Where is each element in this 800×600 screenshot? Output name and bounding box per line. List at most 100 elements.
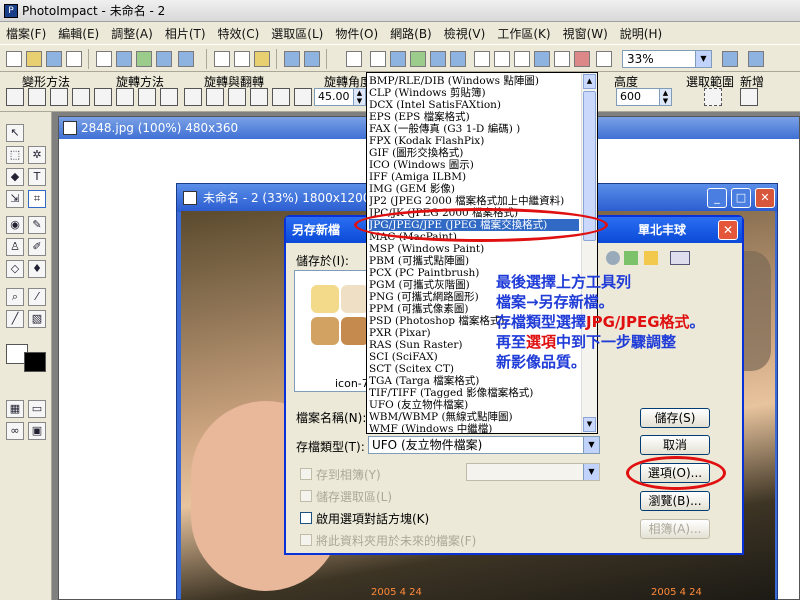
wave-icon[interactable] xyxy=(494,51,510,67)
transform-perspective-icon[interactable] xyxy=(72,88,90,106)
grid-icon[interactable] xyxy=(474,51,490,67)
filetype-option[interactable]: FAX (一般傳真 (G3 1-D 編碼) ) xyxy=(369,123,579,135)
filetype-option[interactable]: MSP (Windows Paint) xyxy=(369,243,579,255)
rotate-angle-field[interactable]: 45.00 ▲ ▼ xyxy=(314,88,366,106)
enhance-icon[interactable] xyxy=(410,51,426,67)
transform-resize-icon[interactable] xyxy=(6,88,24,106)
maximize-icon[interactable]: □ xyxy=(731,188,751,208)
close-icon[interactable]: ✕ xyxy=(718,220,738,240)
filetype-option[interactable]: UFO (友立物件檔案) xyxy=(369,399,579,411)
text-tool-icon[interactable]: T xyxy=(28,168,46,186)
fill-icon[interactable]: ♦ xyxy=(28,260,46,278)
eraser-icon[interactable]: ◇ xyxy=(6,260,24,278)
selection-range-icon[interactable] xyxy=(704,88,722,106)
filetype-option[interactable]: WBM/WBMP (無線式點陣圖) xyxy=(369,411,579,423)
filetype-option[interactable]: BMP/RLE/DIB (Windows 點陣圖) xyxy=(369,75,579,87)
paint-on-edit-icon[interactable] xyxy=(534,51,550,67)
filetype-option[interactable]: TIF/TIFF (Tagged 影像檔案格式) xyxy=(369,387,579,399)
menu-view[interactable]: 檢視(V) xyxy=(438,25,492,42)
chevron-down-icon[interactable]: ▼ xyxy=(583,437,599,453)
transform-skew-icon[interactable] xyxy=(28,88,46,106)
camera-icon[interactable] xyxy=(370,51,386,67)
merge-icon[interactable] xyxy=(574,51,590,67)
save-selection-checkbox[interactable] xyxy=(300,490,312,502)
print-icon[interactable] xyxy=(96,51,112,67)
web-icon[interactable] xyxy=(156,51,172,67)
close-icon[interactable]: ✕ xyxy=(755,188,775,208)
zoom-in-icon[interactable] xyxy=(596,51,612,67)
foreground-color-swatch[interactable] xyxy=(24,352,46,372)
bucket-fill-icon[interactable]: ◆ xyxy=(6,168,24,186)
menu-web[interactable]: 網路(B) xyxy=(384,25,438,42)
transform-distort-icon[interactable] xyxy=(50,88,68,106)
paste-icon[interactable] xyxy=(254,51,270,67)
up-folder-icon[interactable] xyxy=(624,251,638,265)
height-field[interactable]: 600 ▲ ▼ xyxy=(616,88,672,106)
filetype-option[interactable]: PBM (可攜式點陣圖) xyxy=(369,255,579,267)
standard-selection-icon[interactable]: ⬚ xyxy=(6,146,24,164)
zoom-icon[interactable]: ⌕ xyxy=(6,288,24,306)
brush-icon[interactable]: ✎ xyxy=(28,216,46,234)
open-folder-icon[interactable] xyxy=(26,51,42,67)
layer-icon[interactable]: ▣ xyxy=(28,422,46,440)
close-file-icon[interactable] xyxy=(66,51,82,67)
rotate-crop-icon[interactable] xyxy=(160,88,178,106)
redo-icon[interactable] xyxy=(304,51,320,67)
path-icon[interactable]: ▧ xyxy=(28,310,46,328)
crop-tool-icon[interactable]: ⌗ xyxy=(28,190,46,208)
menu-workspace[interactable]: 工作區(K) xyxy=(491,25,556,42)
chevron-down-icon[interactable]: ▼ xyxy=(695,51,711,67)
line-icon[interactable]: ╱ xyxy=(6,310,24,328)
enable-options-checkbox[interactable] xyxy=(300,512,312,524)
eye-tool-icon[interactable]: ◉ xyxy=(6,216,24,234)
pen-icon[interactable] xyxy=(554,51,570,67)
save-to-album-checkbox[interactable] xyxy=(300,468,312,480)
cancel-button[interactable]: 取消 xyxy=(640,435,710,455)
minimize-icon[interactable]: _ xyxy=(707,188,727,208)
stamp-icon[interactable] xyxy=(346,51,362,67)
filetype-option[interactable]: JP2 (JPEG 2000 檔案格式加上中繼資料) xyxy=(369,195,579,207)
save-icon[interactable] xyxy=(46,51,62,67)
rotate-right-icon[interactable] xyxy=(206,88,224,106)
height-spinner-icon[interactable]: ▲ ▼ xyxy=(659,89,671,105)
grid-view-icon[interactable]: ▦ xyxy=(6,400,24,418)
image-icon[interactable] xyxy=(430,51,446,67)
scan-icon[interactable] xyxy=(136,51,152,67)
new-file-icon[interactable] xyxy=(6,51,22,67)
email-icon[interactable] xyxy=(178,51,194,67)
menu-selection[interactable]: 選取區(L) xyxy=(265,25,329,42)
angle-spinner-icon[interactable]: ▲ ▼ xyxy=(353,89,365,105)
album-button[interactable]: 相簿(A)... xyxy=(640,519,710,539)
flip-horizontal-icon[interactable] xyxy=(250,88,268,106)
undo-icon[interactable] xyxy=(284,51,300,67)
frame-view-icon[interactable]: ▭ xyxy=(28,400,46,418)
filetype-select[interactable]: UFO (友立物件檔案) ▼ xyxy=(368,436,600,454)
album-select[interactable]: ▼ xyxy=(466,463,600,481)
scroll-down-icon[interactable]: ▼ xyxy=(583,417,596,432)
menu-file[interactable]: 檔案(F) xyxy=(0,25,52,42)
filetype-option[interactable]: DCX (Intel SatisFAXtion) xyxy=(369,99,579,111)
filetype-option[interactable]: GIF (圖形交換格式) xyxy=(369,147,579,159)
pick-tool-icon[interactable]: ↖ xyxy=(6,124,24,142)
filetype-option[interactable]: WMF (Windows 中繼檔) xyxy=(369,423,579,435)
rotate-vertical-icon[interactable] xyxy=(138,88,156,106)
copy-icon[interactable] xyxy=(234,51,250,67)
menu-window[interactable]: 視窗(W) xyxy=(557,25,614,42)
zoom-select[interactable]: 33% ▼ xyxy=(622,50,712,68)
mask-icon[interactable]: ∞ xyxy=(6,422,24,440)
menu-object[interactable]: 物件(O) xyxy=(329,25,384,42)
filetype-option[interactable]: TGA (Targa 檔案格式) xyxy=(369,375,579,387)
save-button[interactable]: 儲存(S) xyxy=(640,408,710,428)
new-folder-icon[interactable] xyxy=(644,251,658,265)
retouch-icon[interactable]: ✐ xyxy=(28,238,46,256)
filetype-option[interactable]: FPX (Kodak FlashPix) xyxy=(369,135,579,147)
rotate-custom-icon[interactable] xyxy=(294,88,312,106)
rotate-free-icon[interactable] xyxy=(94,88,112,106)
browse-button[interactable]: 瀏覽(B)... xyxy=(640,491,710,511)
menu-effects[interactable]: 特效(C) xyxy=(212,25,266,42)
menu-edit[interactable]: 編輯(E) xyxy=(52,25,105,42)
print-preview-icon[interactable] xyxy=(116,51,132,67)
rotate-left-icon[interactable] xyxy=(184,88,202,106)
ruler-icon[interactable] xyxy=(514,51,530,67)
frame-icon[interactable] xyxy=(390,51,406,67)
